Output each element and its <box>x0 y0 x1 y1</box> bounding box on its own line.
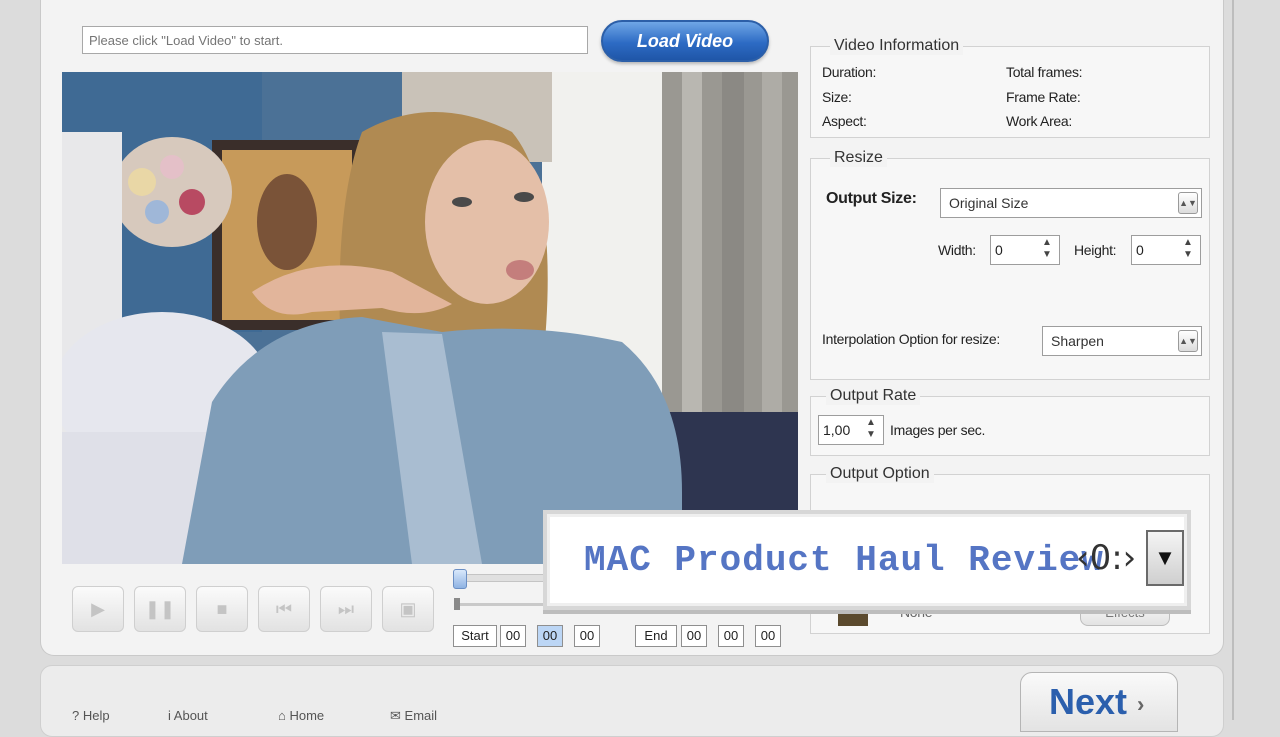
about-label: About <box>173 708 208 723</box>
previous-frame-button[interactable]: ⏮ <box>258 586 310 632</box>
email-label: Email <box>404 708 438 723</box>
about-link[interactable]: i About <box>168 708 208 723</box>
overlay-title: MAC Product Haul Review <box>584 540 1104 581</box>
play-button[interactable]: ▶ <box>72 586 124 632</box>
output-rate-spinner[interactable]: 1,00 ▲ ▼ <box>818 415 884 445</box>
end-label: End <box>635 625 677 647</box>
camera-icon: ▣ <box>399 598 417 619</box>
pause-button[interactable]: ❚❚ <box>134 586 186 632</box>
triangle-down-icon: ▼ <box>1154 545 1176 570</box>
height-value: 0 <box>1136 242 1144 258</box>
email-icon: ✉ <box>390 708 401 723</box>
video-information-title: Video Information <box>830 37 964 55</box>
stop-icon: ■ <box>216 598 228 619</box>
help-link[interactable]: ? Help <box>72 708 110 723</box>
output-size-value: Original Size <box>949 195 1029 211</box>
width-label: Width: <box>938 242 976 258</box>
end-seconds[interactable]: 00 <box>755 625 781 647</box>
height-label: Height: <box>1074 242 1117 258</box>
video-frame-image <box>62 72 798 564</box>
range-start-marker[interactable] <box>454 598 460 610</box>
skip-forward-icon: ⏭ <box>337 598 355 619</box>
stop-button[interactable]: ■ <box>196 586 248 632</box>
video-preview <box>62 72 798 564</box>
help-icon: ? <box>72 708 80 723</box>
home-link[interactable]: ⌂ Home <box>278 708 324 723</box>
help-label: Help <box>82 708 110 723</box>
next-label: Next <box>1049 681 1128 722</box>
width-spinner[interactable]: 0 ▲ ▼ <box>990 235 1060 265</box>
interpolation-label: Interpolation Option for resize: <box>822 331 1000 347</box>
chevron-updown-icon: ▲▼ <box>1178 192 1198 214</box>
output-size-label: Output Size: <box>826 190 917 207</box>
duration-label: Duration: <box>822 64 877 80</box>
output-rate-title: Output Rate <box>826 387 921 405</box>
overlay-dropdown-button[interactable]: ▼ <box>1146 530 1184 586</box>
aspect-label: Aspect: <box>822 113 867 129</box>
size-label: Size: <box>822 89 852 105</box>
chevron-updown-icon: ▲▼ <box>1178 330 1198 352</box>
total-frames-label: Total frames: <box>1006 64 1083 80</box>
output-rate-value: 1,00 <box>823 422 851 438</box>
start-label: Start <box>453 625 497 647</box>
info-icon: i <box>168 708 171 723</box>
video-path-input[interactable] <box>82 26 588 54</box>
skip-back-icon: ⏮ <box>275 598 293 619</box>
interpolation-select[interactable]: Sharpen ▲▼ <box>1042 326 1202 356</box>
next-button[interactable]: Next › <box>1020 672 1178 732</box>
start-hours[interactable]: 00 <box>500 625 526 647</box>
end-minutes[interactable]: 00 <box>718 625 744 647</box>
load-video-button[interactable]: Load Video <box>601 20 769 62</box>
overlay-symbol: ‹0:› <box>1076 538 1137 578</box>
spin-arrows-icon[interactable]: ▲ ▼ <box>1037 237 1057 263</box>
resize-title: Resize <box>830 149 887 167</box>
timeline-handle[interactable] <box>453 569 467 589</box>
height-spinner[interactable]: 0 ▲ ▼ <box>1131 235 1201 265</box>
interpolation-value: Sharpen <box>1051 333 1104 349</box>
output-option-title: Output Option <box>826 465 934 483</box>
home-label: Home <box>289 708 325 723</box>
frame-rate-label: Frame Rate: <box>1006 89 1081 105</box>
email-link[interactable]: ✉ Email <box>390 708 437 724</box>
home-icon: ⌂ <box>278 708 286 723</box>
window-edge <box>1232 0 1234 720</box>
snapshot-button[interactable]: ▣ <box>382 586 434 632</box>
pause-icon: ❚❚ <box>144 598 176 619</box>
spin-arrows-icon[interactable]: ▲ ▼ <box>861 417 881 443</box>
chevron-right-icon: › <box>1137 691 1145 717</box>
play-icon: ▶ <box>91 598 105 619</box>
work-area-label: Work Area: <box>1006 113 1072 129</box>
output-size-select[interactable]: Original Size ▲▼ <box>940 188 1202 218</box>
output-rate-unit: Images per sec. <box>890 422 986 438</box>
width-value: 0 <box>995 242 1003 258</box>
next-frame-button[interactable]: ⏭ <box>320 586 372 632</box>
end-hours[interactable]: 00 <box>681 625 707 647</box>
start-seconds[interactable]: 00 <box>574 625 600 647</box>
start-minutes[interactable]: 00 <box>537 625 563 647</box>
spin-arrows-icon[interactable]: ▲ ▼ <box>1178 237 1198 263</box>
